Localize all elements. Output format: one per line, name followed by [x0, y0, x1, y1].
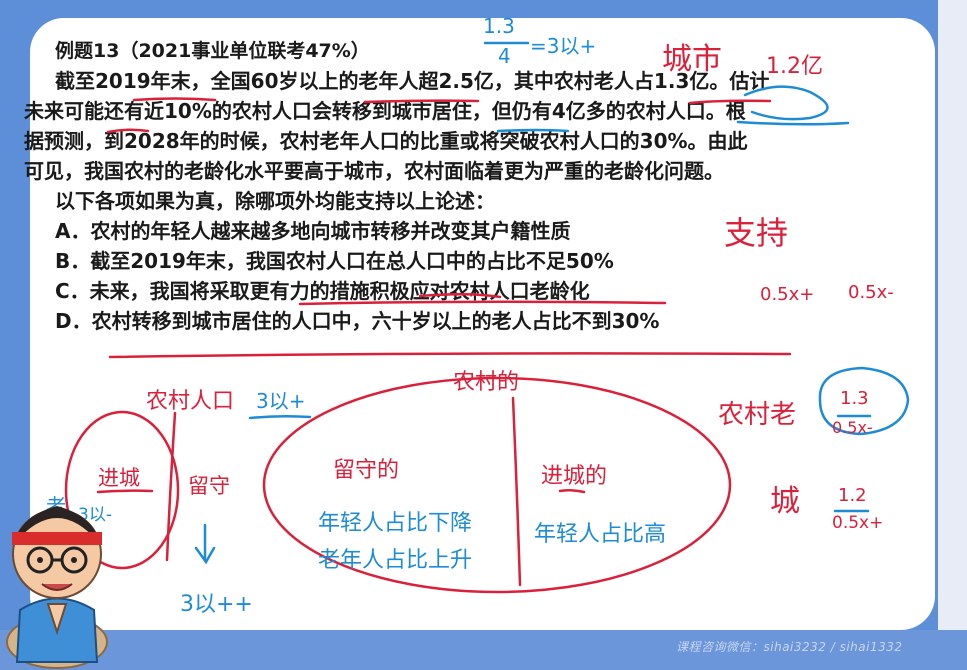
young-high-text: 年轻人占比高	[534, 522, 667, 547]
underline-you	[106, 128, 150, 134]
contact-watermark: 课程咨询微信：sihai3232 / sihai1332	[676, 640, 903, 654]
underline-rural-population	[736, 120, 850, 126]
underline-rural-pop-note	[248, 414, 312, 420]
city-word: 城市	[662, 42, 722, 77]
teacher-avatar	[6, 506, 108, 669]
young-down-text: 年轻人占比下降	[318, 511, 473, 536]
top-fraction-numerator: 1.3	[483, 14, 515, 38]
rural-aged-label: 农村老	[718, 400, 797, 430]
rural-population-label: 农村人口	[146, 389, 235, 414]
rural-frac-den: 0.5x-	[832, 418, 873, 437]
stay-label: 留守	[188, 474, 230, 498]
city-label: 城	[770, 484, 800, 519]
top-fraction-denominator: 4	[498, 44, 511, 68]
top-fraction-result: =3以+	[530, 34, 597, 58]
circle-divider-right	[511, 396, 522, 587]
circle-divider-left	[165, 411, 177, 562]
old-up-text: 老年人占比上升	[318, 548, 473, 573]
city-frac-den: 0.5x+	[832, 513, 884, 533]
underline-rural-old	[688, 99, 772, 105]
underline-option-d	[108, 352, 792, 359]
underline-10-percent	[496, 128, 570, 133]
rural-of-label: 农村的	[453, 370, 520, 395]
rural-frac-num: 1.3	[840, 388, 869, 409]
dash-mark	[558, 488, 586, 494]
entered-city-label: 进城的	[541, 464, 608, 489]
support-note: 支持	[724, 214, 789, 252]
stayed-label: 留守的	[333, 458, 400, 483]
underline-option-b	[298, 300, 667, 306]
arrow-down	[194, 523, 216, 565]
city-value: 1.2亿	[766, 54, 823, 79]
circle-1.3yi	[743, 85, 829, 121]
stay-ratio: 3以++	[180, 592, 253, 617]
rural-population-note: 3以+	[256, 389, 306, 413]
city-frac-num: 1.2	[838, 485, 867, 506]
underline-option-c	[418, 292, 502, 299]
half-b: 0.5x-	[848, 282, 894, 303]
pen-strokes	[64, 41, 910, 594]
underline-2019	[132, 97, 217, 102]
underline-old-people	[363, 99, 480, 104]
enter-city-label: 进城	[98, 466, 140, 490]
half-a: 0.5x+	[760, 284, 815, 305]
